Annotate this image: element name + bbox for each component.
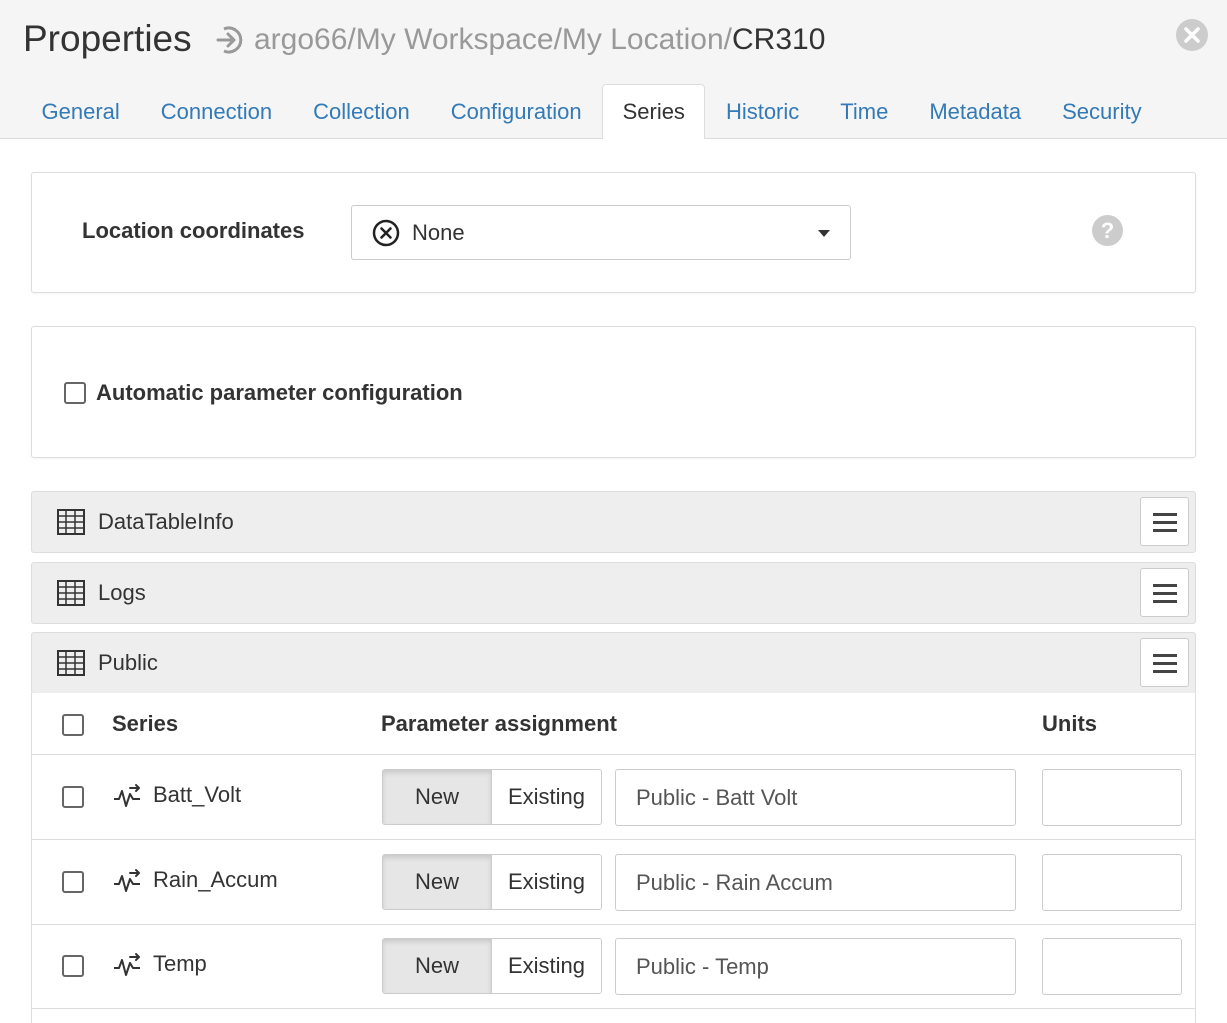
tab-historic[interactable]: Historic: [705, 84, 819, 139]
parameter-name-input[interactable]: [615, 769, 1016, 826]
column-header-parameter: Parameter assignment: [381, 711, 617, 736]
circle-x-icon: [372, 219, 400, 246]
group-menu-button[interactable]: [1140, 638, 1189, 687]
select-all-checkbox[interactable]: [62, 714, 84, 736]
group-header-logs[interactable]: Logs: [31, 562, 1196, 624]
existing-button[interactable]: Existing: [492, 939, 601, 993]
new-button[interactable]: New: [383, 855, 492, 909]
row-checkbox[interactable]: [62, 955, 84, 977]
tab-collection[interactable]: Collection: [293, 84, 431, 139]
table-icon: [57, 650, 85, 676]
location-panel: Location coordinates None ?: [31, 172, 1196, 293]
group-header-datatableinfo[interactable]: DataTableInfo: [31, 491, 1196, 553]
dialog-title: Properties: [23, 18, 192, 59]
tab-metadata[interactable]: Metadata: [909, 84, 1042, 139]
series-name: Rain_Accum: [153, 867, 278, 892]
units-input[interactable]: [1042, 769, 1182, 826]
chevron-down-icon: [818, 230, 830, 237]
close-icon: [1184, 27, 1200, 43]
series-name: Temp: [153, 951, 207, 976]
table-icon: [57, 580, 85, 606]
column-header-series: Series: [112, 711, 179, 736]
tab-connection[interactable]: Connection: [140, 84, 292, 139]
row-checkbox[interactable]: [62, 871, 84, 893]
close-button[interactable]: [1176, 19, 1208, 51]
help-icon[interactable]: ?: [1092, 215, 1123, 246]
group-menu-button[interactable]: [1140, 568, 1189, 617]
group-name: DataTableInfo: [98, 509, 234, 534]
arrow-right-icon: [216, 26, 243, 54]
tab-security[interactable]: Security: [1042, 84, 1162, 139]
series-icon: [114, 784, 140, 807]
dialog-header: Properties argo66/My Workspace/My Locati…: [0, 0, 1227, 139]
param-mode-toggle: New Existing: [382, 938, 602, 994]
breadcrumb-current: CR310: [732, 23, 826, 56]
series-icon: [114, 869, 140, 892]
location-selected-value: None: [412, 219, 465, 245]
existing-button[interactable]: Existing: [492, 855, 601, 909]
series-icon: [114, 953, 140, 976]
row-checkbox[interactable]: [62, 786, 84, 808]
tab-general[interactable]: General: [21, 84, 140, 139]
parameter-name-input[interactable]: [615, 854, 1016, 911]
series-name: Batt_Volt: [153, 782, 242, 807]
table-row: Temp New Existing: [32, 924, 1195, 1009]
breadcrumb: argo66/My Workspace/My Location/CR310: [214, 22, 825, 58]
auto-config-checkbox[interactable]: [64, 382, 86, 404]
tab-time[interactable]: Time: [820, 84, 909, 139]
table-row: Rain_Accum New Existing: [32, 840, 1195, 925]
location-coordinates-select[interactable]: None: [351, 205, 851, 260]
auto-config-label: Automatic parameter configuration: [96, 380, 463, 405]
tab-configuration[interactable]: Configuration: [430, 84, 602, 139]
existing-button[interactable]: Existing: [492, 770, 601, 824]
group-name: Public: [98, 650, 158, 675]
group-name: Logs: [98, 580, 146, 605]
table-row: Batt_Volt New Existing: [32, 755, 1195, 840]
tab-series[interactable]: Series: [602, 84, 706, 139]
table-icon: [57, 509, 85, 535]
new-button[interactable]: New: [383, 939, 492, 993]
units-input[interactable]: [1042, 854, 1182, 911]
parameter-name-input[interactable]: [615, 938, 1016, 995]
column-header-units: Units: [1042, 711, 1097, 736]
new-button[interactable]: New: [383, 770, 492, 824]
param-mode-toggle: New Existing: [382, 769, 602, 825]
param-mode-toggle: New Existing: [382, 854, 602, 910]
series-table: Series Parameter assignment Units Batt_V…: [31, 693, 1196, 1023]
location-coordinates-label: Location coordinates: [82, 218, 305, 243]
table-header-row: Series Parameter assignment Units: [32, 693, 1195, 755]
tab-bar: General Connection Collection Configurat…: [21, 84, 1162, 139]
auto-config-panel: Automatic parameter configuration: [31, 326, 1196, 458]
units-input[interactable]: [1042, 938, 1182, 995]
breadcrumb-prefix: argo66/My Workspace/My Location/: [254, 23, 732, 56]
group-header-public[interactable]: Public: [31, 632, 1196, 694]
group-menu-button[interactable]: [1140, 497, 1189, 546]
